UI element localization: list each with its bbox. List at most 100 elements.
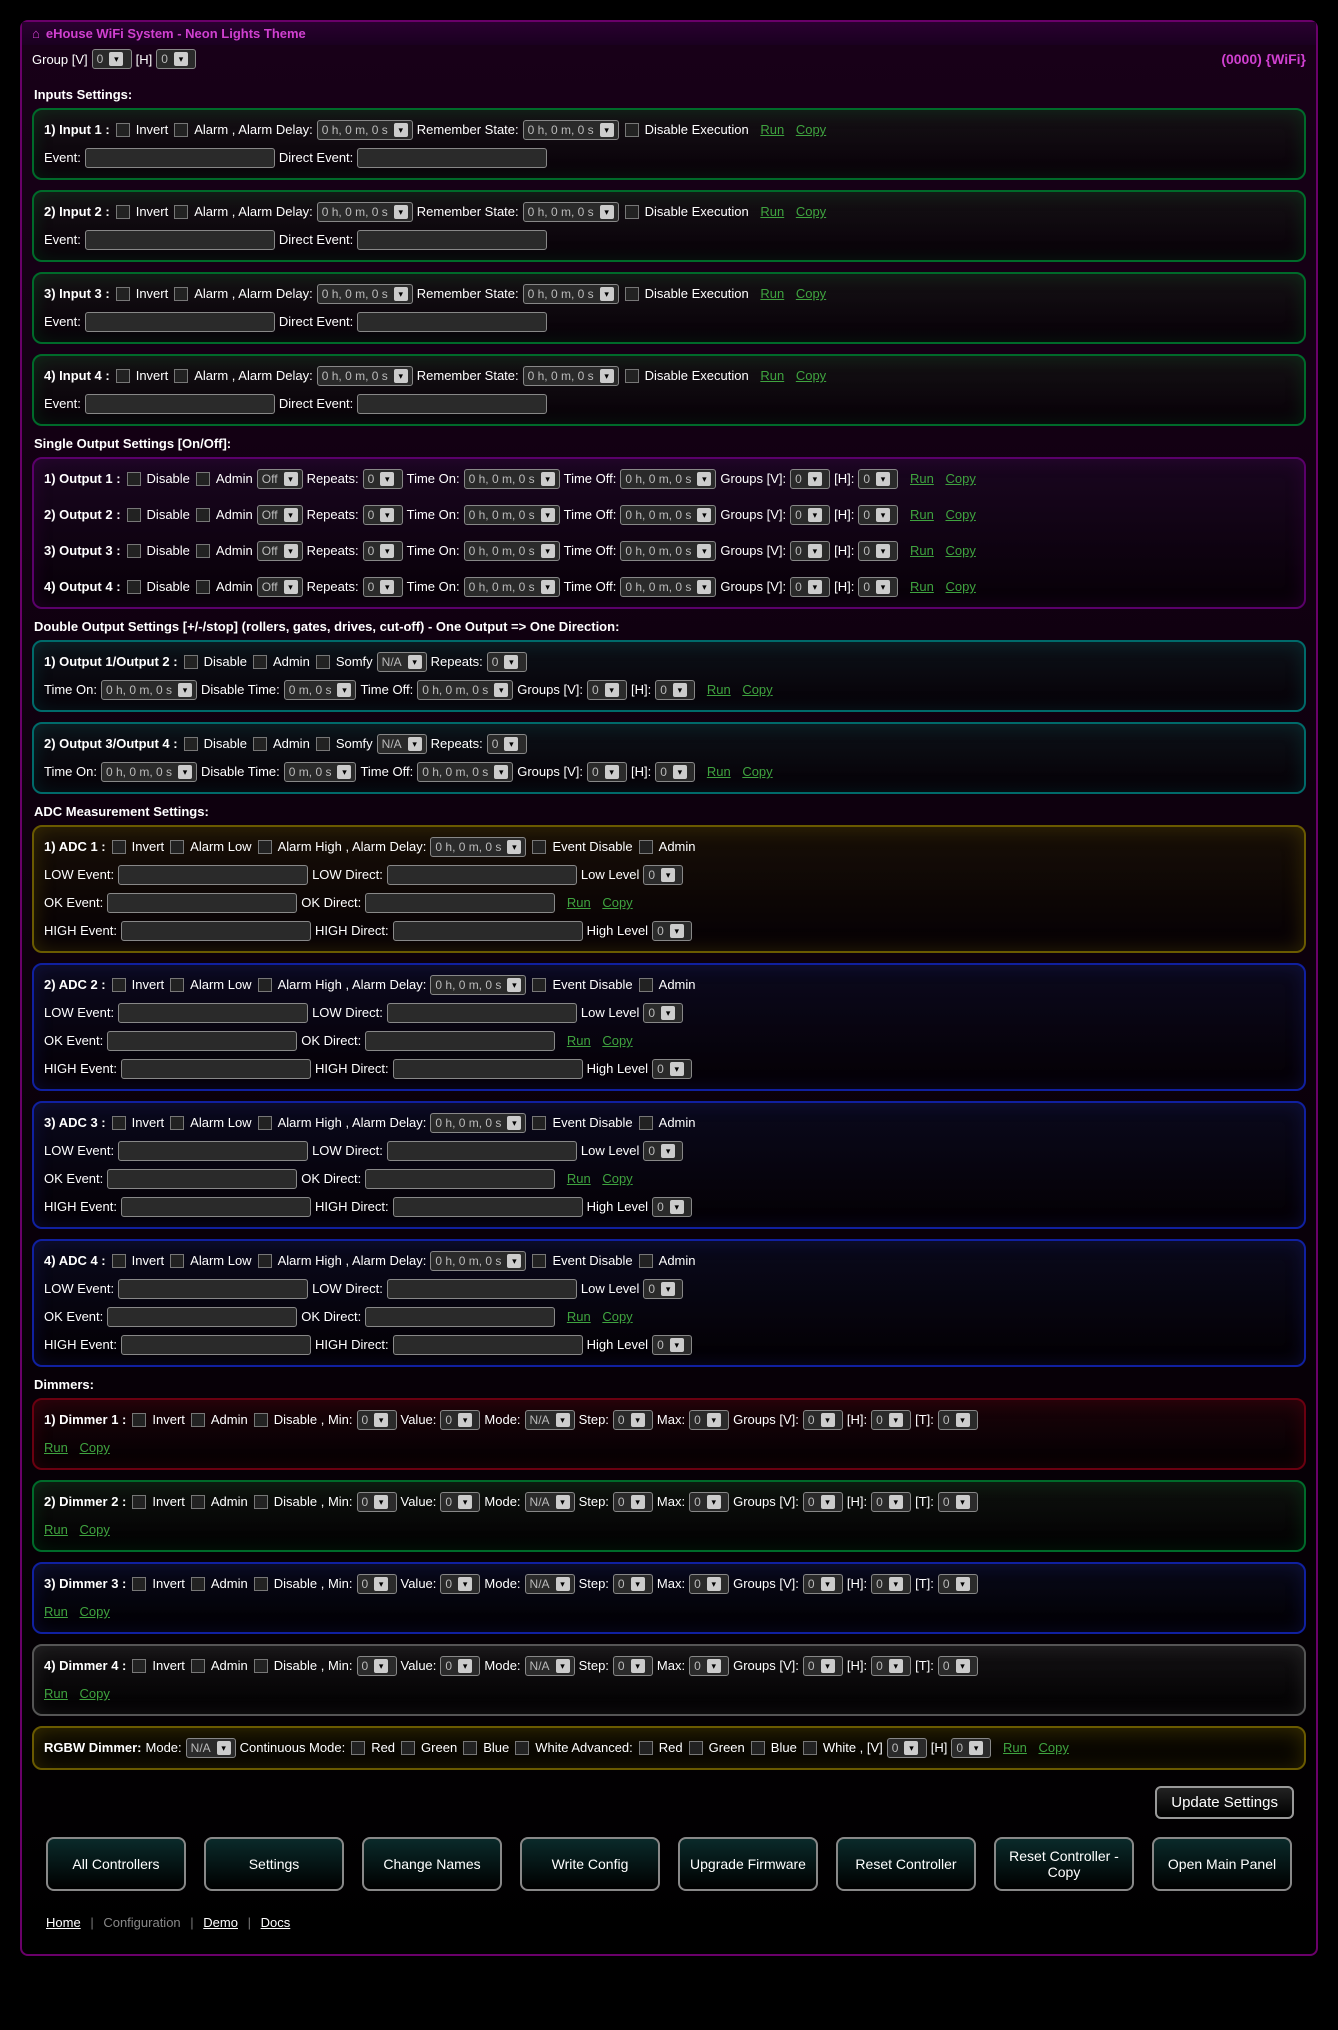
select[interactable]: 0▾ bbox=[871, 1574, 911, 1594]
select[interactable]: N/A▾ bbox=[525, 1410, 575, 1430]
checkbox[interactable] bbox=[170, 840, 184, 854]
select[interactable]: 0▾ bbox=[887, 1738, 927, 1758]
select[interactable]: 0▾ bbox=[689, 1574, 729, 1594]
text-input[interactable] bbox=[393, 1197, 583, 1217]
select[interactable]: 0▾ bbox=[587, 762, 627, 782]
select[interactable]: 0▾ bbox=[858, 469, 898, 489]
checkbox[interactable] bbox=[351, 1741, 365, 1755]
text-input[interactable] bbox=[357, 230, 547, 250]
run-link[interactable]: Run bbox=[760, 364, 784, 388]
text-input[interactable] bbox=[121, 921, 311, 941]
nav-button[interactable]: Reset Controller bbox=[836, 1837, 976, 1891]
select[interactable]: 0▾ bbox=[790, 505, 830, 525]
text-input[interactable] bbox=[387, 1141, 577, 1161]
checkbox[interactable] bbox=[132, 1659, 146, 1673]
checkbox[interactable] bbox=[254, 1413, 268, 1427]
run-link[interactable]: Run bbox=[910, 575, 934, 599]
nav-button[interactable]: Reset Controller - Copy bbox=[994, 1837, 1134, 1891]
text-input[interactable] bbox=[365, 1031, 555, 1051]
checkbox[interactable] bbox=[254, 1659, 268, 1673]
select[interactable]: 0▾ bbox=[689, 1492, 729, 1512]
run-link[interactable]: Run bbox=[567, 891, 591, 915]
select[interactable]: 0▾ bbox=[938, 1492, 978, 1512]
select[interactable]: 0▾ bbox=[357, 1574, 397, 1594]
select[interactable]: 0▾ bbox=[643, 1003, 683, 1023]
checkbox[interactable] bbox=[196, 508, 210, 522]
copy-link[interactable]: Copy bbox=[602, 891, 632, 915]
select[interactable]: N/A▾ bbox=[377, 652, 427, 672]
run-link[interactable]: Run bbox=[910, 467, 934, 491]
copy-link[interactable]: Copy bbox=[602, 1029, 632, 1053]
select[interactable]: 0 h, 0 m, 0 s▾ bbox=[620, 577, 716, 597]
select[interactable]: 0▾ bbox=[613, 1574, 653, 1594]
select[interactable]: 0 h, 0 m, 0 s▾ bbox=[464, 541, 560, 561]
select[interactable]: 0 h, 0 m, 0 s▾ bbox=[620, 469, 716, 489]
checkbox[interactable] bbox=[174, 287, 188, 301]
text-input[interactable] bbox=[107, 1031, 297, 1051]
checkbox[interactable] bbox=[639, 1741, 653, 1755]
run-link[interactable]: Run bbox=[44, 1600, 68, 1624]
select[interactable]: 0▾ bbox=[652, 1335, 692, 1355]
checkbox[interactable] bbox=[258, 978, 272, 992]
text-input[interactable] bbox=[118, 1141, 308, 1161]
checkbox[interactable] bbox=[401, 1741, 415, 1755]
checkbox[interactable] bbox=[515, 1741, 529, 1755]
footer-home[interactable]: Home bbox=[46, 1915, 81, 1930]
checkbox[interactable] bbox=[532, 840, 546, 854]
checkbox[interactable] bbox=[625, 369, 639, 383]
select[interactable]: 0▾ bbox=[951, 1738, 991, 1758]
select[interactable]: 0▾ bbox=[357, 1656, 397, 1676]
run-link[interactable]: Run bbox=[1003, 1736, 1027, 1760]
run-link[interactable]: Run bbox=[567, 1305, 591, 1329]
select[interactable]: 0▾ bbox=[858, 505, 898, 525]
text-input[interactable] bbox=[121, 1197, 311, 1217]
checkbox[interactable] bbox=[463, 1741, 477, 1755]
copy-link[interactable]: Copy bbox=[79, 1682, 109, 1706]
checkbox[interactable] bbox=[116, 205, 130, 219]
copy-link[interactable]: Copy bbox=[79, 1600, 109, 1624]
select[interactable]: 0 h, 0 m, 0 s▾ bbox=[523, 284, 619, 304]
select[interactable]: 0▾ bbox=[655, 680, 695, 700]
copy-link[interactable]: Copy bbox=[602, 1305, 632, 1329]
footer-demo[interactable]: Demo bbox=[203, 1915, 238, 1930]
select[interactable]: 0 h, 0 m, 0 s▾ bbox=[464, 577, 560, 597]
text-input[interactable] bbox=[393, 921, 583, 941]
select[interactable]: 0▾ bbox=[613, 1656, 653, 1676]
select[interactable]: 0 h, 0 m, 0 s▾ bbox=[317, 202, 413, 222]
copy-link[interactable]: Copy bbox=[79, 1436, 109, 1460]
checkbox[interactable] bbox=[254, 1577, 268, 1591]
select[interactable]: 0▾ bbox=[587, 680, 627, 700]
checkbox[interactable] bbox=[803, 1741, 817, 1755]
copy-link[interactable]: Copy bbox=[742, 760, 772, 784]
checkbox[interactable] bbox=[184, 737, 198, 751]
select[interactable]: 0 h, 0 m, 0 s▾ bbox=[523, 202, 619, 222]
text-input[interactable] bbox=[365, 1169, 555, 1189]
select[interactable]: 0▾ bbox=[440, 1574, 480, 1594]
select[interactable]: Off▾ bbox=[257, 505, 303, 525]
select[interactable]: 0▾ bbox=[652, 921, 692, 941]
checkbox[interactable] bbox=[625, 205, 639, 219]
checkbox[interactable] bbox=[253, 737, 267, 751]
run-link[interactable]: Run bbox=[44, 1436, 68, 1460]
run-link[interactable]: Run bbox=[44, 1682, 68, 1706]
nav-button[interactable]: Settings bbox=[204, 1837, 344, 1891]
text-input[interactable] bbox=[365, 893, 555, 913]
checkbox[interactable] bbox=[191, 1577, 205, 1591]
text-input[interactable] bbox=[85, 230, 275, 250]
nav-button[interactable]: Upgrade Firmware bbox=[678, 1837, 818, 1891]
select[interactable]: 0 h, 0 m, 0 s▾ bbox=[430, 975, 526, 995]
text-input[interactable] bbox=[393, 1335, 583, 1355]
select[interactable]: 0▾ bbox=[363, 577, 403, 597]
select[interactable]: N/A▾ bbox=[377, 734, 427, 754]
nav-button[interactable]: Change Names bbox=[362, 1837, 502, 1891]
select[interactable]: 0▾ bbox=[655, 762, 695, 782]
footer-docs[interactable]: Docs bbox=[261, 1915, 291, 1930]
select[interactable]: 0▾ bbox=[643, 1141, 683, 1161]
text-input[interactable] bbox=[387, 1279, 577, 1299]
checkbox[interactable] bbox=[132, 1413, 146, 1427]
checkbox[interactable] bbox=[184, 655, 198, 669]
checkbox[interactable] bbox=[116, 287, 130, 301]
checkbox[interactable] bbox=[174, 369, 188, 383]
select[interactable]: 0▾ bbox=[938, 1656, 978, 1676]
select[interactable]: 0▾ bbox=[363, 505, 403, 525]
